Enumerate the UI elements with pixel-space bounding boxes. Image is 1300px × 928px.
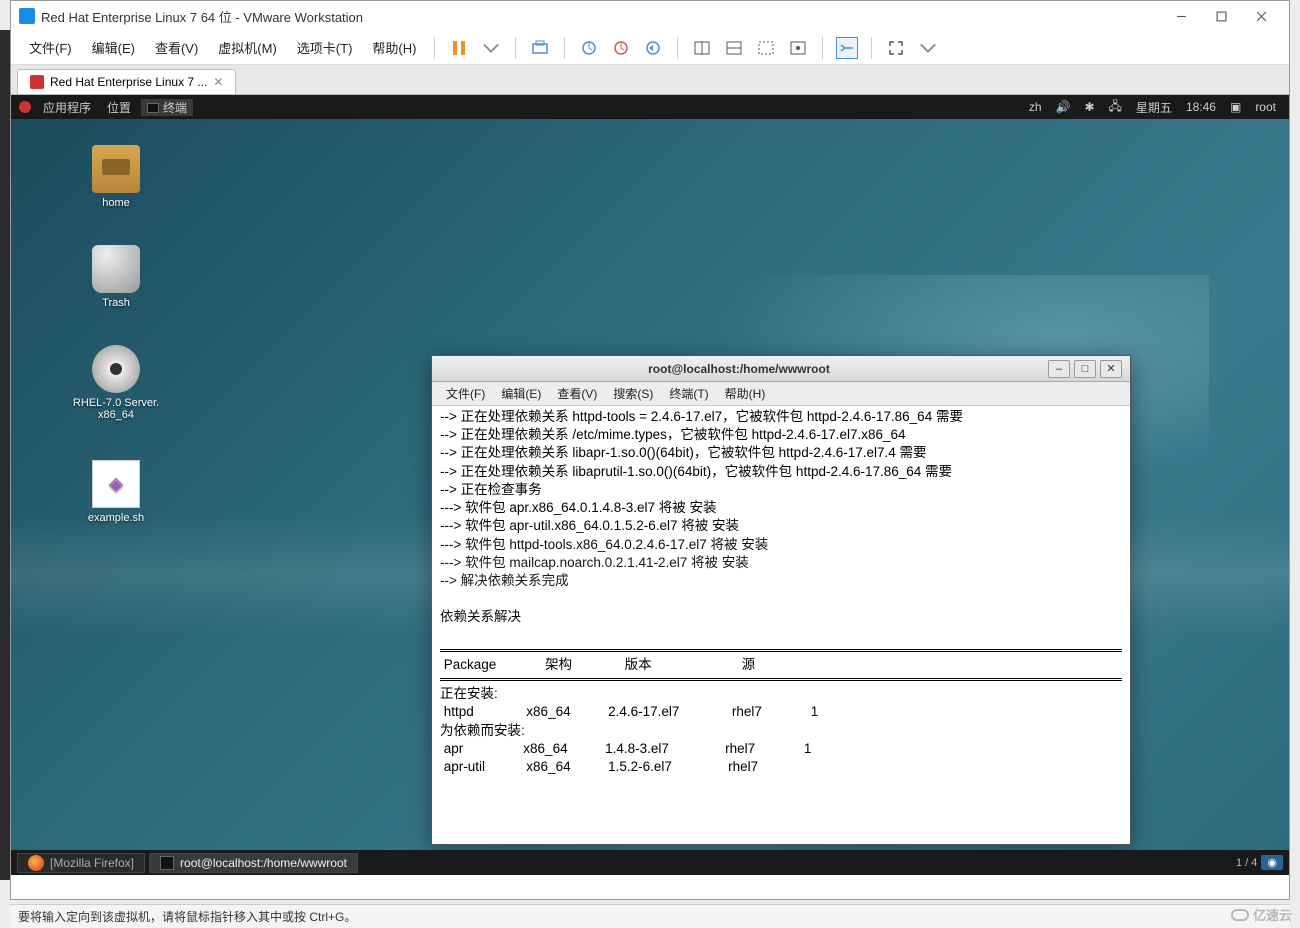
- minimize-button[interactable]: [1161, 2, 1201, 30]
- term-menu-terminal[interactable]: 终端(T): [661, 385, 716, 402]
- dropdown2-icon[interactable]: [917, 37, 939, 59]
- menu-vm[interactable]: 虚拟机(M): [208, 38, 287, 57]
- taskbar-firefox[interactable]: [Mozilla Firefox]: [17, 853, 145, 873]
- vmware-titlebar: Red Hat Enterprise Linux 7 64 位 - VMware…: [11, 1, 1289, 31]
- menu-file[interactable]: 文件(F): [19, 38, 82, 57]
- close-tab-icon[interactable]: ✕: [213, 75, 223, 89]
- menu-help[interactable]: 帮助(H): [362, 38, 426, 57]
- workspace-badge[interactable]: ◉: [1261, 855, 1283, 870]
- vmware-menubar: 文件(F) 编辑(E) 查看(V) 虚拟机(M) 选项卡(T) 帮助(H): [11, 31, 1289, 65]
- taskbar-terminal[interactable]: root@localhost:/home/wwwroot: [149, 853, 358, 873]
- desktop-icon-cd[interactable]: RHEL-7.0 Server. x86_64: [66, 345, 166, 421]
- places-menu[interactable]: 位置: [101, 99, 137, 116]
- view-console-icon[interactable]: [787, 37, 809, 59]
- bluetooth-icon[interactable]: ✱: [1079, 100, 1099, 114]
- menu-edit[interactable]: 编辑(E): [82, 38, 145, 57]
- dropdown-icon[interactable]: [480, 37, 502, 59]
- vm-tab[interactable]: Red Hat Enterprise Linux 7 ... ✕: [17, 69, 236, 94]
- vmware-tabbar: Red Hat Enterprise Linux 7 ... ✕: [11, 65, 1289, 95]
- trash-icon: [92, 245, 140, 293]
- folder-home-icon: [92, 145, 140, 193]
- applications-menu[interactable]: 应用程序: [37, 99, 97, 116]
- fullscreen-icon[interactable]: [885, 37, 907, 59]
- cdrom-icon: [92, 345, 140, 393]
- term-minimize-button[interactable]: –: [1048, 360, 1070, 378]
- menu-view[interactable]: 查看(V): [145, 38, 208, 57]
- guest-desktop[interactable]: 应用程序 位置 终端 zh 🔊 ✱ 🖧 星期五 18:46 ▣ root hom…: [11, 95, 1289, 875]
- firefox-icon: [28, 855, 44, 871]
- desktop-icon-trash[interactable]: Trash: [66, 245, 166, 309]
- vm-tab-label: Red Hat Enterprise Linux 7 ...: [50, 75, 207, 89]
- network-icon[interactable]: 🖧: [1104, 97, 1127, 118]
- desktop-icon-script[interactable]: example.sh: [66, 460, 166, 524]
- send-keys-icon[interactable]: [529, 37, 551, 59]
- terminal-output[interactable]: --> 正在处理依赖关系 httpd-tools = 2.4.6-17.el7，…: [432, 406, 1130, 844]
- term-menu-search[interactable]: 搜索(S): [605, 385, 661, 402]
- terminal-small-icon: [147, 103, 159, 113]
- rhel-icon: [30, 75, 44, 89]
- term-close-button[interactable]: ✕: [1100, 360, 1122, 378]
- menu-tabs[interactable]: 选项卡(T): [287, 38, 363, 57]
- vmware-icon: [19, 8, 35, 24]
- view-single-icon[interactable]: [691, 37, 713, 59]
- desktop-icon-label: RHEL-7.0 Server. x86_64: [66, 397, 166, 421]
- snapshot-icon[interactable]: [578, 37, 600, 59]
- vmware-title: Red Hat Enterprise Linux 7 64 位 - VMware…: [41, 7, 363, 26]
- term-menu-edit[interactable]: 编辑(E): [493, 385, 549, 402]
- terminal-menu-indicator[interactable]: 终端: [141, 99, 193, 116]
- snapshot-revert-icon[interactable]: [642, 37, 664, 59]
- view-split-icon[interactable]: [723, 37, 745, 59]
- workspace-indicator[interactable]: 1 / 4: [1236, 857, 1257, 869]
- term-menu-view[interactable]: 查看(V): [549, 385, 605, 402]
- desktop-icon-label: example.sh: [66, 512, 166, 524]
- term-menu-help[interactable]: 帮助(H): [717, 385, 774, 402]
- terminal-window[interactable]: root@localhost:/home/wwwroot – □ ✕ 文件(F)…: [431, 355, 1131, 845]
- vmware-window: Red Hat Enterprise Linux 7 64 位 - VMware…: [10, 0, 1290, 900]
- view-unity-icon[interactable]: [755, 37, 777, 59]
- vmware-status-text: 要将输入定向到该虚拟机，请将鼠标指针移入其中或按 Ctrl+G。: [18, 908, 356, 925]
- term-menu-file[interactable]: 文件(F): [438, 385, 493, 402]
- desktop-icon-label: home: [66, 197, 166, 209]
- quickswitch-icon[interactable]: [836, 37, 858, 59]
- volume-icon[interactable]: 🔊: [1051, 100, 1076, 114]
- terminal-taskbar-icon: [160, 856, 174, 870]
- host-sidebar-fragment: [0, 30, 10, 880]
- input-lang[interactable]: zh: [1024, 100, 1047, 114]
- snapshot-manage-icon[interactable]: [610, 37, 632, 59]
- terminal-menubar: 文件(F) 编辑(E) 查看(V) 搜索(S) 终端(T) 帮助(H): [432, 382, 1130, 406]
- maximize-button[interactable]: [1201, 2, 1241, 30]
- watermark: 亿速云: [1231, 905, 1292, 924]
- clock-day[interactable]: 星期五: [1131, 99, 1177, 116]
- desktop-icon-label: Trash: [66, 297, 166, 309]
- pause-icon[interactable]: [448, 37, 470, 59]
- watermark-icon: [1231, 909, 1249, 921]
- close-button[interactable]: [1241, 2, 1281, 30]
- activities-icon[interactable]: [19, 101, 31, 113]
- user-label[interactable]: root: [1250, 100, 1281, 114]
- script-file-icon: [92, 460, 140, 508]
- vmware-statusbar: 要将输入定向到该虚拟机，请将鼠标指针移入其中或按 Ctrl+G。: [10, 904, 1290, 928]
- power-icon[interactable]: ▣: [1225, 100, 1246, 114]
- terminal-titlebar[interactable]: root@localhost:/home/wwwroot – □ ✕: [432, 356, 1130, 382]
- gnome-taskbar: [Mozilla Firefox] root@localhost:/home/w…: [11, 850, 1289, 875]
- desktop-icon-home[interactable]: home: [66, 145, 166, 209]
- gnome-topbar: 应用程序 位置 终端 zh 🔊 ✱ 🖧 星期五 18:46 ▣ root: [11, 95, 1289, 119]
- clock-time[interactable]: 18:46: [1181, 100, 1221, 114]
- term-maximize-button[interactable]: □: [1074, 360, 1096, 378]
- terminal-title: root@localhost:/home/wwwroot: [432, 362, 1046, 376]
